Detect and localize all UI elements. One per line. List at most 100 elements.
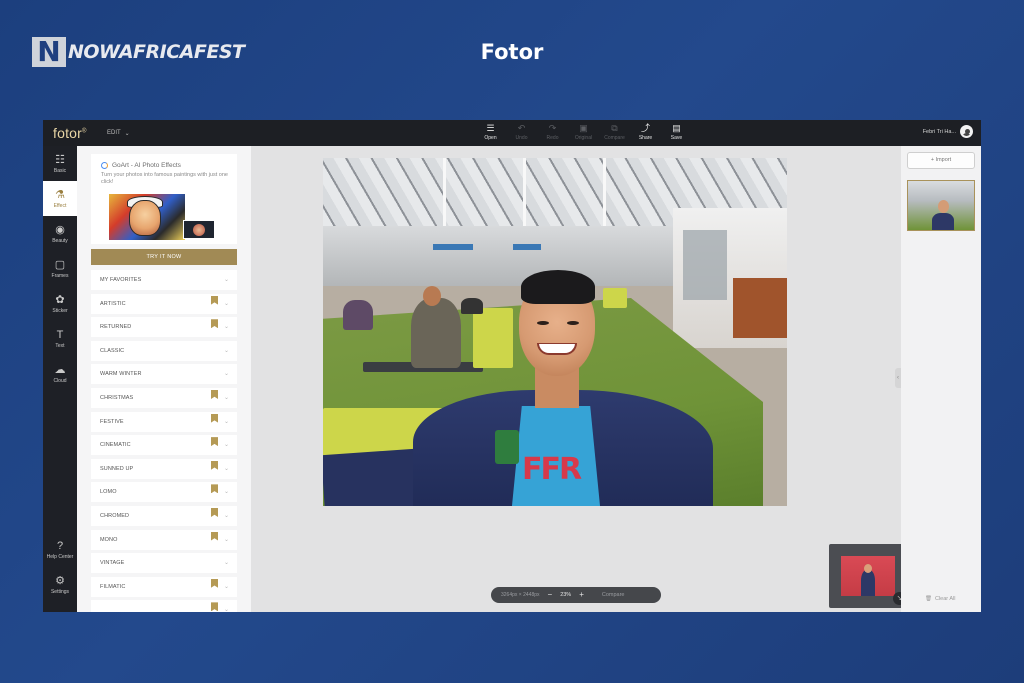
premium-badge-icon	[211, 531, 218, 541]
effect-category-item[interactable]: FILMATIC ⌄	[91, 576, 237, 597]
rail-item-sticker[interactable]: ✿ Sticker	[43, 286, 77, 321]
promo-title: GoArt - AI Photo Effects	[101, 162, 181, 169]
rail-item-help-center[interactable]: ? Help Center	[43, 532, 77, 567]
zoom-in-button[interactable]: +	[579, 591, 584, 599]
redo-icon: ↷	[548, 123, 557, 133]
user-menu[interactable]: Febri Tri Ha...	[923, 125, 973, 138]
category-label: CHRISTMAS	[100, 394, 134, 401]
toolbar-open-button[interactable]: ☰ Open	[475, 123, 506, 141]
rail-item-text[interactable]: T Text	[43, 321, 77, 356]
effect-category-item[interactable]: VINTAGE ⌄	[91, 553, 237, 574]
rail-item-label: Basic	[53, 167, 67, 174]
effect-category-item[interactable]: FESTIVE ⌄	[91, 411, 237, 432]
edit-menu-label: EDIT	[107, 130, 121, 136]
effect-category-item[interactable]: LOMO ⌄	[91, 482, 237, 503]
chevron-down-icon: ⌄	[223, 465, 229, 472]
toolbar-share-button[interactable]: ⤴ Share	[630, 123, 661, 141]
photo-bench	[603, 288, 627, 308]
navigator-preview[interactable]	[841, 556, 895, 596]
edit-menu[interactable]: EDIT ⌄	[107, 130, 130, 137]
effect-category-item[interactable]: ARTISTIC ⌄	[91, 293, 237, 314]
chevron-down-icon: ⌄	[223, 536, 229, 543]
text-icon: T	[56, 328, 64, 341]
effect-category-item[interactable]: CLASSIC ⌄	[91, 340, 237, 361]
toolbar-save-button[interactable]: ▤ Save	[661, 123, 692, 141]
toolbar-compare-button[interactable]: ⧉ Compare	[599, 123, 630, 141]
chevron-down-icon: ⌄	[223, 300, 229, 307]
fotor-app-window: fotor® EDIT ⌄ ☰ Open ↶ Undo ↷ Redo ▣ Original ⧉ C…	[43, 120, 981, 612]
rail-item-frames[interactable]: ▢ Frames	[43, 251, 77, 286]
effect-category-item[interactable]: WARM WINTER ⌄	[91, 364, 237, 385]
compare-button[interactable]: Compare	[602, 592, 625, 598]
goart-icon	[101, 162, 108, 169]
premium-badge-icon	[211, 437, 218, 447]
effects-panel: GoArt - AI Photo Effects Turn your photo…	[77, 146, 251, 612]
category-label: MY FAVORITES	[100, 277, 142, 283]
effect-category-item[interactable]: MY FAVORITES ⌄	[91, 270, 237, 290]
eye-icon: ◉	[55, 223, 65, 236]
clear-all-button[interactable]: 🗑 Clear All	[925, 596, 955, 602]
chevron-down-icon: ⌄	[223, 394, 229, 401]
rail-item-effect[interactable]: ⚗ Effect	[43, 181, 77, 216]
toolbar-label: Share	[638, 135, 653, 141]
toolbar-label: Undo	[515, 135, 528, 141]
share-icon: ⤴	[640, 123, 650, 133]
chevron-down-icon: ⌄	[223, 607, 229, 612]
rail-item-beauty[interactable]: ◉ Beauty	[43, 216, 77, 251]
top-bar: fotor® EDIT ⌄ ☰ Open ↶ Undo ↷ Redo ▣ Original ⧉ C…	[43, 120, 981, 146]
cloud-icon: ☁	[54, 363, 66, 376]
fotor-logo[interactable]: fotor®	[53, 125, 101, 141]
effect-category-item[interactable]: SUNNED UP ⌄	[91, 458, 237, 479]
effect-category-item[interactable]: RETURNED ⌄	[91, 317, 237, 338]
page-title: Fotor	[480, 40, 544, 64]
toolbar-label: Compare	[604, 135, 625, 141]
undo-icon: ↶	[517, 123, 526, 133]
settings-icon: ⚙	[55, 574, 65, 587]
original-icon: ▣	[579, 123, 588, 133]
premium-badge-icon	[211, 602, 218, 612]
zoom-out-button[interactable]: −	[548, 591, 553, 599]
rail-item-label: Help Center	[46, 553, 74, 560]
photo-bystander	[461, 298, 483, 314]
right-panel: + Import 🗑 Clear All	[901, 146, 981, 612]
left-rail: ☷ Basic ⚗ Effect ◉ Beauty ▢ Frames ✿ Sticker T Text…	[43, 146, 77, 612]
import-button[interactable]: + Import	[907, 152, 975, 169]
chevron-down-icon: ⌄	[223, 583, 229, 590]
rail-item-basic[interactable]: ☷ Basic	[43, 146, 77, 181]
effect-category-item[interactable]: CINEMATIC ⌄	[91, 435, 237, 456]
toolbar-label: Open	[484, 135, 497, 141]
photo-thumbnail[interactable]	[907, 180, 975, 231]
avatar[interactable]	[960, 125, 973, 138]
toolbar-label: Original	[574, 135, 593, 141]
try-it-now-button[interactable]: TRY IT NOW	[91, 249, 237, 265]
edited-photo[interactable]: FFR	[323, 158, 787, 506]
zoom-level: 23%	[560, 592, 572, 598]
premium-badge-icon	[211, 295, 218, 305]
toolbar-redo-button[interactable]: ↷ Redo	[537, 123, 568, 141]
toolbar-label: Save	[670, 135, 683, 141]
frame-icon: ▢	[54, 258, 66, 271]
photo-counter	[733, 278, 787, 338]
trash-icon: 🗑	[925, 596, 932, 602]
rail-item-settings[interactable]: ⚙ Settings	[43, 567, 77, 602]
category-label: LOMO	[100, 489, 117, 496]
user-name: Febri Tri Ha...	[922, 128, 956, 135]
photo-bench	[473, 308, 513, 368]
effect-category-item[interactable]: MONO ⌄	[91, 529, 237, 550]
effect-category-item[interactable]: CHROMED ⌄	[91, 505, 237, 526]
chevron-down-icon: ⌄	[223, 324, 229, 331]
rail-item-label: Frames	[51, 272, 69, 279]
toolbar-undo-button[interactable]: ↶ Undo	[506, 123, 537, 141]
effect-category-item[interactable]: ⌄	[91, 600, 237, 612]
effect-category-item[interactable]: CHRISTMAS ⌄	[91, 387, 237, 408]
toolbar-original-button[interactable]: ▣ Original	[568, 123, 599, 141]
photo-bystander	[343, 300, 373, 330]
sticker-icon: ✿	[55, 293, 65, 306]
chevron-down-icon: ⌄	[223, 371, 229, 378]
chevron-down-icon: ⌄	[223, 277, 229, 283]
category-label: CHROMED	[100, 512, 130, 519]
photo-shop-glass	[683, 230, 727, 300]
promo-description: Turn your photos into famous paintings w…	[101, 172, 228, 185]
rail-item-cloud[interactable]: ☁ Cloud	[43, 356, 77, 391]
chevron-down-icon: ⌄	[223, 442, 229, 449]
